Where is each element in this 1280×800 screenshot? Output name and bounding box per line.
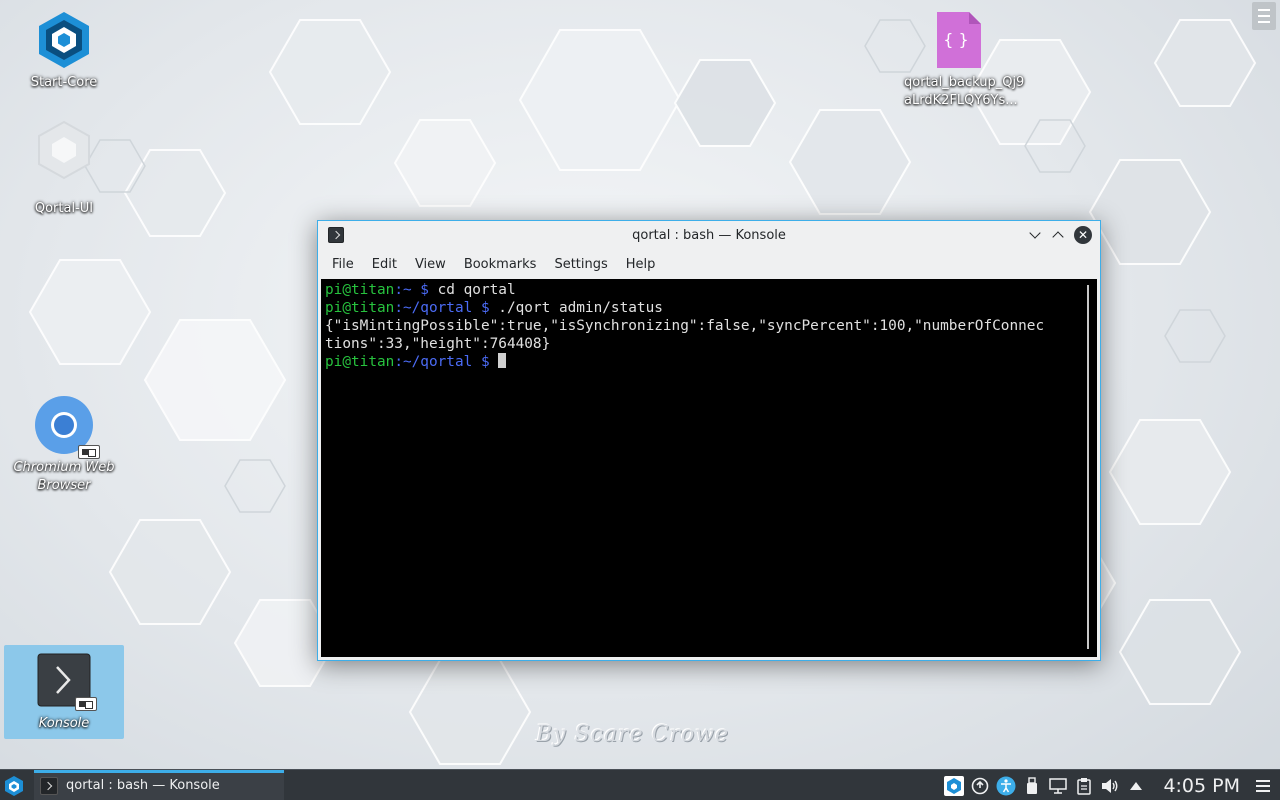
command-text: ./qort admin/status xyxy=(498,300,663,316)
menu-help[interactable]: Help xyxy=(618,257,664,272)
desktop-icon-label: Start-Core xyxy=(30,75,98,90)
file-icon-glyph: { } xyxy=(943,30,969,49)
panel-options-menu-icon[interactable] xyxy=(1256,777,1270,795)
desktop-icon-label-line1: Chromium Web xyxy=(13,460,115,475)
desktop-icon-qortal-backup[interactable]: { } qortal_backup_Qj9 aLrdK2FLQY6Ys... xyxy=(904,10,1025,110)
terminal-line: pi@titan:~ $ cd qortal xyxy=(325,281,1093,299)
prompt-path: :~/qortal xyxy=(394,300,473,316)
taskbar-task-konsole[interactable]: qortal : bash — Konsole xyxy=(34,770,284,800)
close-button[interactable]: ✕ xyxy=(1074,226,1092,244)
konsole-app-icon[interactable] xyxy=(328,227,344,243)
qortal-core-icon xyxy=(34,10,94,70)
close-icon: ✕ xyxy=(1077,228,1089,242)
application-launcher-button[interactable] xyxy=(3,775,25,797)
menu-icon xyxy=(1258,7,1270,25)
menubar: File Edit View Bookmarks Settings Help xyxy=(318,249,1100,279)
updates-icon[interactable] xyxy=(970,776,990,796)
konsole-window[interactable]: qortal : bash — Konsole ✕ File Edit View… xyxy=(317,220,1101,661)
terminal-cursor xyxy=(498,353,507,368)
desktop-icon-label-line2: aLrdK2FLQY6Ys... xyxy=(904,93,1018,108)
desktop-icon-konsole[interactable]: Konsole xyxy=(4,645,124,739)
terminal-output-line: {"isMintingPossible":true,"isSynchronizi… xyxy=(325,318,1045,334)
wallpaper-watermark: By Scare Crowe xyxy=(536,722,730,747)
json-file-icon: { } xyxy=(929,10,989,70)
terminal-line: pi@titan:~/qortal $ ./qort admin/status xyxy=(325,299,1093,317)
volume-icon[interactable] xyxy=(1100,776,1120,796)
menu-file[interactable]: File xyxy=(324,257,362,272)
prompt-user: pi@titan xyxy=(325,300,395,316)
desktop-icon-start-core[interactable]: Start-Core xyxy=(9,10,119,92)
prompt-path: :~/qortal xyxy=(394,354,473,370)
desktop-icon-label-line2: Browser xyxy=(37,478,91,493)
menu-bookmarks[interactable]: Bookmarks xyxy=(456,257,545,272)
prompt-symbol: $ xyxy=(472,354,499,370)
minimize-button[interactable] xyxy=(1026,226,1044,244)
accessibility-icon[interactable] xyxy=(996,776,1016,796)
maximize-button[interactable] xyxy=(1049,226,1067,244)
desktop-icon-chromium[interactable]: Chromium Web Browser xyxy=(9,395,119,495)
desktop-icon-label: Konsole xyxy=(38,716,90,731)
window-titlebar[interactable]: qortal : bash — Konsole ✕ xyxy=(318,221,1100,249)
desktop-toolbox-button[interactable] xyxy=(1252,2,1276,30)
menu-view[interactable]: View xyxy=(407,257,454,272)
prompt-path: :~ xyxy=(394,282,412,298)
chromium-icon xyxy=(34,395,100,459)
qortal-ui-icon xyxy=(34,120,94,180)
konsole-icon xyxy=(37,653,97,711)
desktop-icon-label-line1: qortal_backup_Qj9 xyxy=(904,75,1025,90)
prompt-symbol: $ xyxy=(472,300,499,316)
tray-expand-arrow-icon[interactable] xyxy=(1126,776,1146,796)
menu-settings[interactable]: Settings xyxy=(546,257,615,272)
konsole-task-icon xyxy=(40,776,58,795)
menu-edit[interactable]: Edit xyxy=(364,257,405,272)
prompt-symbol: $ xyxy=(411,282,438,298)
terminal-area[interactable]: pi@titan:~ $ cd qortal pi@titan:~/qortal… xyxy=(321,279,1097,657)
window-title: qortal : bash — Konsole xyxy=(632,227,786,243)
task-label: qortal : bash — Konsole xyxy=(66,778,220,793)
clipboard-icon[interactable] xyxy=(1074,776,1094,796)
prompt-user: pi@titan xyxy=(325,354,395,370)
usb-device-icon[interactable] xyxy=(1022,776,1042,796)
chevron-down-icon xyxy=(1029,227,1041,239)
desktop-icon-qortal-ui[interactable]: Qortal-UI xyxy=(9,120,119,218)
chevron-up-icon xyxy=(1052,231,1064,243)
network-icon[interactable] xyxy=(1048,776,1068,796)
command-text: cd qortal xyxy=(437,282,516,298)
system-tray: 4:05 PM xyxy=(941,770,1280,800)
terminal-output-line: tions":33,"height":764408} xyxy=(325,336,551,352)
link-emblem-icon xyxy=(78,445,100,459)
terminal-scrollbar[interactable] xyxy=(1087,285,1089,649)
taskbar: qortal : bash — Konsole 4:05 PM xyxy=(0,769,1280,800)
digital-clock[interactable]: 4:05 PM xyxy=(1163,775,1240,797)
terminal-line: pi@titan:~/qortal $ xyxy=(325,353,1093,371)
link-emblem-icon xyxy=(75,697,97,711)
prompt-user: pi@titan xyxy=(325,282,395,298)
desktop-icon-label: Qortal-UI xyxy=(34,201,94,216)
qortal-tray-icon[interactable] xyxy=(944,775,965,796)
qortal-launcher-icon xyxy=(5,776,23,796)
